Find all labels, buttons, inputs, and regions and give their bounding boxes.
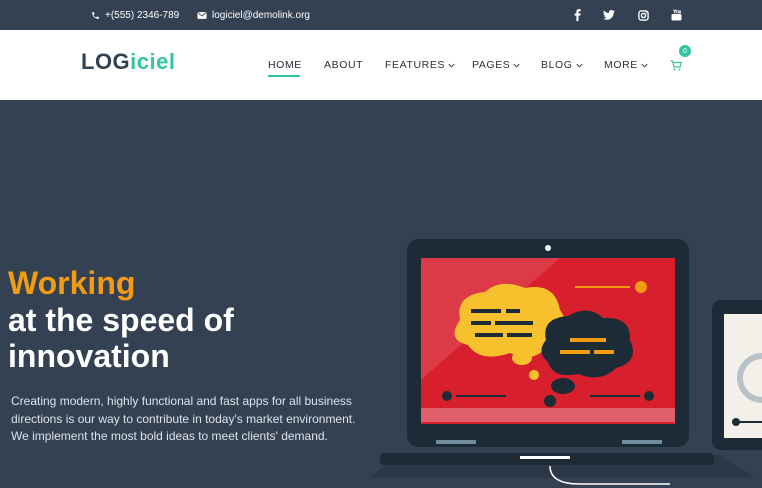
nav-item-label: MORE	[604, 59, 638, 71]
top-bar: +(555) 2346-789 logiciel@demolink.org	[0, 0, 762, 30]
nav-item-label: ABOUT	[324, 59, 364, 71]
nav-item-features[interactable]: FEATURES	[385, 59, 455, 71]
main-navbar: LOGiciel HOME ABOUT FEATURES PAGES BLOG …	[0, 30, 762, 100]
twitter-icon[interactable]	[601, 0, 617, 30]
hero-description: Creating modern, highly functional and f…	[11, 394, 356, 443]
nav-item-more[interactable]: MORE	[604, 59, 648, 71]
hero-section: Working at the speed of innovation Creat…	[0, 100, 762, 488]
nav-item-pages[interactable]: PAGES	[472, 59, 521, 71]
envelope-icon	[197, 11, 207, 19]
nav-item-label: HOME	[268, 59, 302, 71]
shopping-cart-icon[interactable]	[670, 58, 684, 72]
phone-contact[interactable]: +(555) 2346-789	[91, 0, 179, 30]
nav-item-label: BLOG	[541, 59, 573, 71]
hero-title-accent: Working	[8, 265, 136, 301]
phone-icon	[92, 11, 99, 19]
email-address: logiciel@demolink.org	[212, 9, 310, 21]
youtube-icon[interactable]	[668, 0, 684, 30]
nav-item-blog[interactable]: BLOG	[541, 59, 583, 71]
cart-count-badge: 0	[679, 45, 691, 57]
active-nav-indicator	[268, 75, 300, 77]
hero-title-line-2: at the speed of	[8, 302, 234, 338]
chevron-down-icon	[641, 63, 648, 68]
chevron-down-icon	[513, 63, 521, 68]
email-contact[interactable]: logiciel@demolink.org	[197, 0, 310, 30]
phone-number: +(555) 2346-789	[105, 9, 180, 21]
nav-item-label: FEATURES	[385, 59, 446, 71]
nav-item-home[interactable]: HOME	[268, 59, 302, 71]
logo[interactable]: LOGiciel	[81, 49, 175, 75]
chevron-down-icon	[448, 63, 455, 68]
hero-title-line-3: innovation	[8, 338, 170, 374]
nav-item-about[interactable]: ABOUT	[324, 59, 363, 71]
nav-item-label: PAGES	[472, 59, 511, 71]
instagram-icon[interactable]	[635, 0, 651, 30]
laptop-illustration	[368, 239, 762, 485]
logo-part-2: iciel	[130, 49, 176, 74]
chevron-down-icon	[575, 63, 583, 68]
facebook-icon[interactable]	[569, 0, 585, 30]
logo-part-1: LOG	[81, 49, 131, 74]
